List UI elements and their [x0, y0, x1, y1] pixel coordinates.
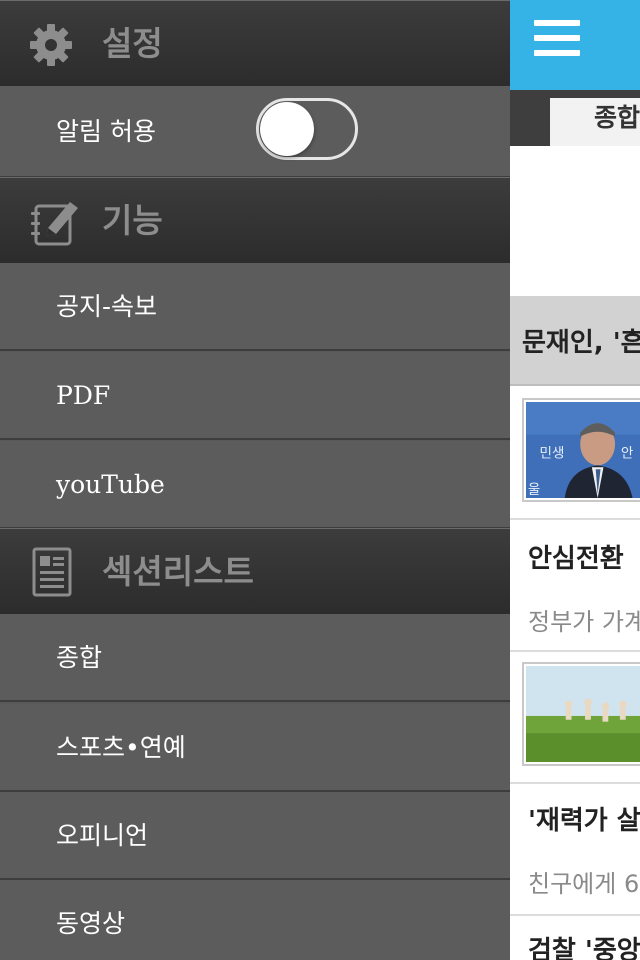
settings-section-header: 설정	[0, 0, 510, 86]
story-subtitle: 정부가 가계	[528, 608, 640, 636]
row-divider	[510, 914, 640, 916]
row-divider	[510, 650, 640, 652]
feature-item-pdf[interactable]: PDF	[0, 352, 510, 440]
tab-general[interactable]: 종합	[550, 98, 640, 146]
top-bar	[510, 0, 640, 90]
story-subtitle: 친구에게 6	[528, 870, 640, 898]
settings-title: 설정	[102, 24, 163, 63]
features-section-header: 기능	[0, 177, 510, 263]
story-title[interactable]: 안심전환	[528, 538, 624, 575]
notification-setting-row: 알림 허용	[0, 86, 510, 178]
feature-item-notice[interactable]: 공지-속보	[0, 263, 510, 351]
svg-text:울: 울	[528, 482, 540, 498]
news-photo: 민생 안 울	[526, 402, 640, 498]
notepad-pencil-icon	[31, 202, 78, 246]
news-photo	[526, 666, 640, 762]
story-thumbnail[interactable]: 민생 안 울	[522, 398, 640, 502]
section-item-label: 동영상	[56, 909, 126, 938]
toggle-knob	[260, 102, 314, 156]
notification-toggle[interactable]	[256, 98, 358, 160]
section-list-title: 섹션리스트	[102, 552, 254, 591]
section-item-label: 종합	[56, 643, 103, 672]
banner-area	[510, 146, 640, 296]
feature-item-label: youTube	[56, 470, 165, 499]
svg-text:민생: 민생	[540, 446, 565, 462]
section-item-label: 스포츠•연예	[56, 733, 186, 762]
svg-text:안: 안	[621, 446, 633, 462]
row-divider	[510, 782, 640, 784]
section-item-opinion[interactable]: 오피니언	[0, 792, 510, 880]
side-drawer: 설정 알림 허용 기능 공지-속보 PDF youTube 섹션리스트 종합 스…	[0, 0, 510, 960]
feature-item-label: PDF	[56, 381, 111, 410]
section-list-header: 섹션리스트	[0, 528, 510, 614]
headline-text: 문재인, '흔	[522, 328, 640, 358]
document-list-icon	[32, 547, 72, 597]
feature-item-youtube[interactable]: youTube	[0, 441, 510, 529]
feature-item-label: 공지-속보	[56, 292, 158, 321]
row-divider	[510, 518, 640, 520]
story-title[interactable]: 검찰 '중앙	[528, 930, 640, 960]
features-title: 기능	[102, 201, 163, 240]
category-tab-bar: 종합	[510, 90, 640, 146]
headline-bar[interactable]: 문재인, '흔	[510, 296, 640, 386]
section-item-sports[interactable]: 스포츠•연예	[0, 704, 510, 792]
main-content: 종합 문재인, '흔 민생 안 울 안심전환 정부가 가계 '재력가 살 친구에…	[510, 0, 640, 960]
hamburger-menu-icon[interactable]	[534, 20, 580, 56]
section-item-label: 오피니언	[56, 821, 149, 850]
notification-label: 알림 허용	[56, 117, 156, 146]
story-title[interactable]: '재력가 살	[528, 800, 640, 837]
section-item-video[interactable]: 동영상	[0, 880, 510, 960]
gear-icon	[30, 24, 72, 66]
section-item-general[interactable]: 종합	[0, 614, 510, 702]
story-thumbnail[interactable]	[522, 662, 640, 766]
